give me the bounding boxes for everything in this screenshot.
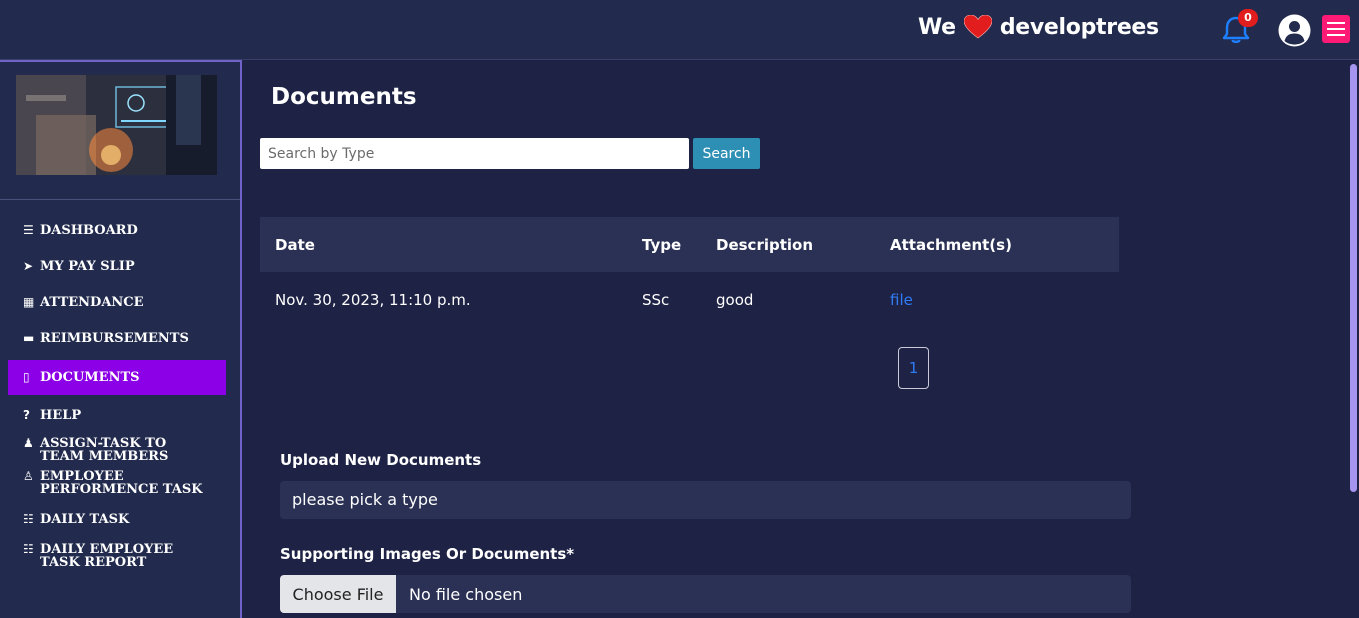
cell-attachment: file: [875, 272, 1119, 327]
sidebar-divider: [0, 199, 240, 200]
sidebar-item-label: EMPLOYEE PERFORMENCE TASK: [40, 469, 203, 497]
question-circle-icon: ?: [23, 408, 30, 422]
hamburger-line: [1327, 22, 1345, 24]
table-row: Nov. 30, 2023, 11:10 p.m. SSc good file: [260, 272, 1119, 327]
calendar-icon: ▦: [23, 295, 35, 309]
file-upload-field[interactable]: Choose File No file chosen: [280, 575, 1131, 613]
sidebar-item-label: HELP: [40, 408, 82, 423]
choose-file-button[interactable]: Choose File: [280, 575, 396, 613]
scrollbar-thumb[interactable]: [1350, 64, 1357, 492]
search-input[interactable]: [260, 138, 689, 169]
page-title: Documents: [271, 84, 417, 110]
sidebar-item-label: REIMBURSEMENTS: [40, 331, 189, 346]
hamburger-line: [1327, 28, 1345, 30]
sidebar-item-label: ASSIGN-TASK TO TEAM MEMBERS: [40, 436, 169, 464]
sidebar-item-attendance[interactable]: ▦ ATTENDANCE: [8, 290, 226, 315]
credit-card-icon: ▬: [23, 331, 35, 345]
sidebar-item-label: DAILY EMPLOYEE TASK REPORT: [40, 542, 174, 570]
sidebar-item-daily-employee-task-report[interactable]: ☷ DAILY EMPLOYEE TASK REPORT: [8, 537, 226, 575]
heart-icon: [963, 14, 993, 39]
attachment-file-link[interactable]: file: [890, 291, 913, 309]
notification-count-badge: 0: [1238, 9, 1258, 27]
main-scrollbar[interactable]: [1348, 62, 1359, 618]
paper-plane-icon: ➤: [23, 259, 34, 273]
column-header-date: Date: [260, 217, 627, 272]
list-icon: ☰: [23, 223, 34, 237]
sidebar-item-employee-performance-task[interactable]: ♙ EMPLOYEE PERFORMENCE TASK: [8, 464, 226, 502]
document-type-select[interactable]: please pick a type: [280, 481, 1131, 519]
top-navbar: We developtrees 0: [0, 0, 1359, 60]
column-header-attachments: Attachment(s): [875, 217, 1119, 272]
users-icon: ♟: [23, 436, 34, 450]
cell-type: SSc: [642, 290, 670, 309]
file-icon: ▯: [23, 370, 30, 384]
user-edit-icon: ♙: [23, 469, 34, 483]
sidebar-item-label: DASHBOARD: [40, 223, 138, 238]
tasks-icon: ☷: [23, 542, 34, 556]
sidebar-item-label: DAILY TASK: [40, 512, 130, 527]
sidebar-item-documents[interactable]: ▯ DOCUMENTS: [8, 360, 226, 395]
brand-name: developtrees: [999, 14, 1159, 40]
sidebar: ☰ DASHBOARD ➤ MY PAY SLIP ▦ ATTENDANCE ▬…: [0, 60, 242, 618]
sidebar-item-reimbursements[interactable]: ▬ REIMBURSEMENTS: [8, 326, 226, 351]
sidebar-item-label: MY PAY SLIP: [40, 259, 135, 274]
sidebar-item-label: ATTENDANCE: [40, 295, 144, 310]
hamburger-line: [1327, 34, 1345, 36]
tasks-icon: ☷: [23, 512, 34, 526]
main-content: Documents Search Date Type Description A…: [243, 62, 1348, 618]
sidebar-item-my-pay-slip[interactable]: ➤ MY PAY SLIP: [8, 254, 226, 279]
table-header-row: Date Type Description Attachment(s): [260, 217, 1119, 272]
cell-date: Nov. 30, 2023, 11:10 p.m.: [275, 290, 471, 309]
brand[interactable]: We developtrees: [918, 12, 1159, 42]
brand-prefix: We: [918, 14, 956, 40]
column-header-description: Description: [701, 217, 875, 272]
user-avatar-icon[interactable]: [1278, 14, 1311, 47]
cell-description: good: [716, 290, 754, 309]
file-status-text: No file chosen: [409, 584, 523, 604]
sidebar-nav: ☰ DASHBOARD ➤ MY PAY SLIP ▦ ATTENDANCE ▬…: [8, 218, 226, 575]
pagination-page-1[interactable]: 1: [898, 347, 929, 389]
menu-toggle-button[interactable]: [1322, 15, 1350, 43]
sidebar-item-label: DOCUMENTS: [40, 370, 140, 385]
documents-table: Date Type Description Attachment(s) Nov.…: [260, 217, 1119, 327]
sidebar-item-help[interactable]: ? HELP: [8, 403, 226, 428]
search-button[interactable]: Search: [693, 138, 760, 169]
column-header-type: Type: [627, 217, 701, 272]
sidebar-item-dashboard[interactable]: ☰ DASHBOARD: [8, 218, 226, 243]
supporting-files-label: Supporting Images Or Documents*: [280, 545, 575, 563]
upload-section-label: Upload New Documents: [280, 451, 482, 469]
sidebar-item-daily-task[interactable]: ☷ DAILY TASK: [8, 507, 226, 532]
sidebar-banner-image: [16, 75, 217, 175]
